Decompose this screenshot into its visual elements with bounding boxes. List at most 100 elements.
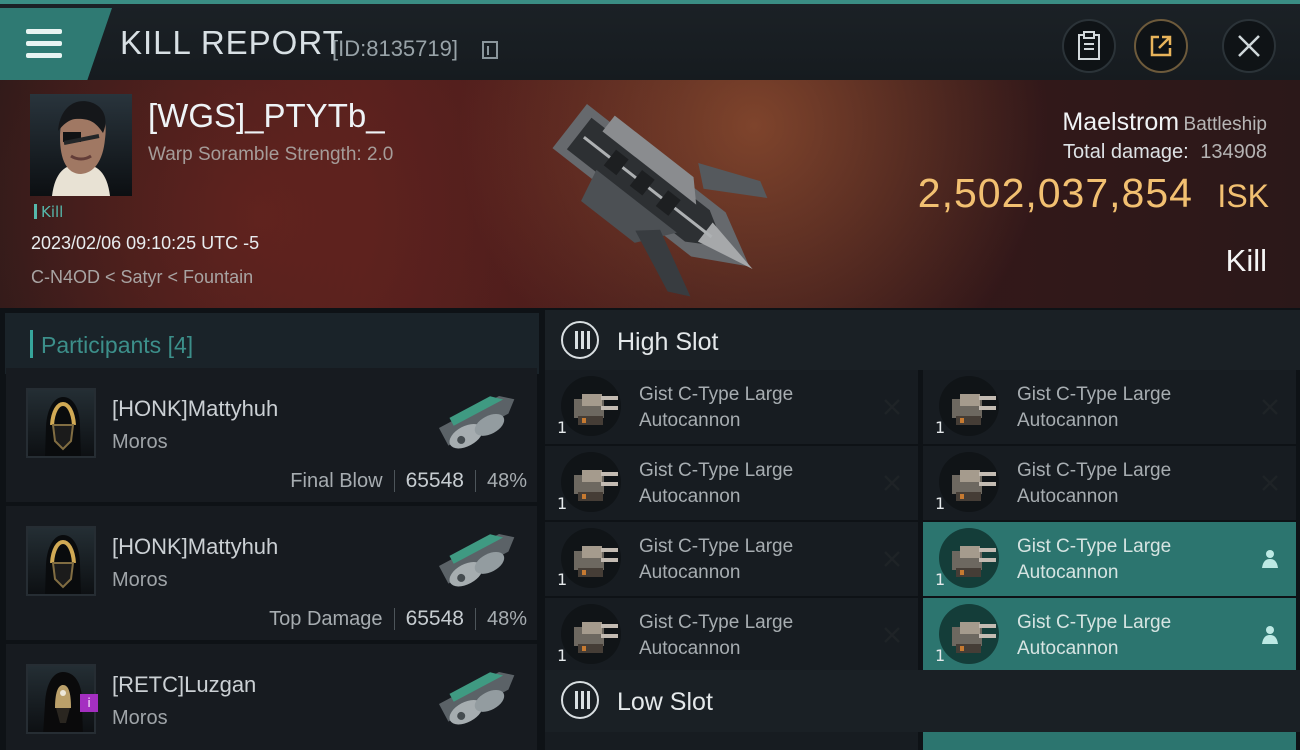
share-button[interactable] (1134, 19, 1188, 73)
dropped-user-icon (1262, 550, 1278, 568)
ship-info[interactable]: Maelstrom Battleship (1062, 108, 1267, 137)
participant-name[interactable]: [HONK]Mattyhuh (112, 534, 278, 560)
destroyed-icon (884, 475, 900, 491)
participant-avatar[interactable] (26, 388, 96, 458)
kill-tag: Kill (34, 203, 63, 221)
menu-icon-line (26, 53, 62, 58)
participant-card[interactable]: [HONK]Mattyhuh Moros Final Blow 65548 48% (6, 368, 537, 502)
helmet-portrait-icon (45, 397, 81, 456)
module-item[interactable]: 1 Gist C-Type Large Autocannon (545, 370, 918, 444)
participants-count: [4] (167, 332, 194, 358)
destroyed-icon (1262, 475, 1278, 491)
autocannon-icon (939, 376, 999, 436)
participant-stats: Final Blow 65548 48% (290, 469, 527, 493)
autocannon-icon (939, 452, 999, 512)
participants-header: Participants [4] (5, 313, 539, 374)
participant-ship-image (438, 534, 515, 587)
module-name: Gist C-Type Large Autocannon (639, 536, 794, 583)
kill-summary-banner: [WGS]_PTYTb_ Warp Soramble Strength: 2.0… (0, 80, 1300, 308)
participant-ship-image (438, 672, 515, 725)
module-quantity: 1 (557, 646, 568, 665)
victim-name[interactable]: [WGS]_PTYTb_ (148, 97, 385, 135)
module-quantity: 1 (557, 570, 568, 589)
destroyed-icon (884, 551, 900, 567)
participant-name[interactable]: [RETC]Luzgan (112, 672, 256, 698)
module-item[interactable]: 1 Gist C-Type Large Autocannon (545, 598, 918, 672)
module-item[interactable]: 1 Gist C-Type Large Autocannon (923, 370, 1296, 444)
report-id: [ID:8135719] (332, 36, 458, 61)
victim-portrait-icon (52, 101, 110, 196)
victim-avatar[interactable] (30, 94, 132, 196)
module-quantity: 1 (935, 418, 946, 437)
kill-location[interactable]: C-N4OD < Satyr < Fountain (31, 267, 253, 288)
module-quantity: 1 (557, 418, 568, 437)
module-item[interactable]: 1 Gist C-Type Large Autocannon (923, 446, 1296, 520)
participant-card[interactable]: i [RETC]Luzgan Moros (6, 644, 537, 750)
participant-tag: Final Blow (290, 470, 383, 492)
slot-icon-bar (581, 691, 584, 709)
page-title: KILL REPORT (120, 24, 344, 61)
high-slot-icon (561, 321, 599, 359)
low-slot-header: Low Slot (545, 670, 1300, 732)
ship-class: Battleship (1183, 114, 1267, 135)
autocannon-icon (939, 528, 999, 588)
participants-label: Participants (41, 332, 162, 358)
participant-avatar[interactable] (26, 526, 96, 596)
module-quantity: 1 (557, 494, 568, 513)
participant-ship: Moros (112, 569, 168, 591)
participant-percent: 48% (486, 608, 527, 630)
slot-icon-bar (587, 691, 590, 709)
module-item-partial[interactable] (545, 732, 918, 750)
participant-ship-image (438, 396, 515, 449)
clipboard-icon (1078, 31, 1100, 60)
ship-name: Maelstrom (1062, 108, 1180, 136)
module-name: Gist C-Type Large Autocannon (639, 384, 794, 431)
module-item[interactable]: 1 Gist C-Type Large Autocannon (545, 522, 918, 596)
module-quantity: 1 (935, 570, 946, 589)
participant-damage: 65548 (405, 469, 464, 492)
autocannon-icon (561, 452, 621, 512)
participant-card[interactable]: [HONK]Mattyhuh Moros Top Damage 65548 48% (6, 506, 537, 640)
total-damage-value: 134908 (1200, 141, 1267, 163)
module-name: Gist C-Type Large Autocannon (639, 612, 794, 659)
autocannon-image (574, 546, 618, 577)
menu-icon-line (26, 29, 62, 34)
dropped-user-icon (1262, 626, 1278, 644)
autocannon-icon (561, 604, 621, 664)
total-damage: Total damage: 134908 (1063, 141, 1267, 164)
autocannon-image (952, 546, 996, 577)
low-slot-title: Low Slot (617, 688, 713, 716)
module-name: Gist C-Type Large Autocannon (1017, 536, 1172, 583)
module-item-dropped[interactable]: 1 Gist C-Type Large Autocannon (923, 598, 1296, 672)
participant-ship: Moros (112, 707, 168, 729)
clipboard-button[interactable] (1062, 19, 1116, 73)
module-item-dropped[interactable]: 1 Gist C-Type Large Autocannon (923, 522, 1296, 596)
battleship-image (552, 104, 768, 297)
module-quantity: 1 (935, 646, 946, 665)
low-slot-icon (561, 681, 599, 719)
menu-button[interactable] (0, 8, 112, 80)
copy-id-icon[interactable] (482, 41, 498, 59)
module-name: Gist C-Type Large Autocannon (639, 460, 794, 507)
module-item[interactable]: 1 Gist C-Type Large Autocannon (545, 446, 918, 520)
slot-icon-bar (581, 331, 584, 349)
module-name: Gist C-Type Large Autocannon (1017, 612, 1172, 659)
destroyed-icon (884, 399, 900, 415)
participant-percent: 48% (486, 470, 527, 492)
participant-name[interactable]: [HONK]Mattyhuh (112, 396, 278, 422)
autocannon-image (952, 470, 996, 501)
kill-datetime: 2023/02/06 09:10:25 UTC -5 (31, 233, 260, 253)
kill-type: Kill (1225, 243, 1267, 278)
autocannon-image (574, 470, 618, 501)
isk-value: 2,502,037,854 ISK (918, 170, 1269, 217)
module-item-partial[interactable] (923, 732, 1296, 750)
autocannon-image (574, 394, 618, 425)
module-quantity: 1 (935, 494, 946, 513)
close-button[interactable] (1222, 19, 1276, 73)
victim-status: Warp Soramble Strength: 2.0 (148, 144, 394, 165)
autocannon-icon (561, 376, 621, 436)
participant-tag: Top Damage (269, 608, 383, 630)
autocannon-image (952, 622, 996, 653)
slot-icon-bar (575, 331, 578, 349)
high-slot-header: High Slot (545, 310, 1300, 370)
